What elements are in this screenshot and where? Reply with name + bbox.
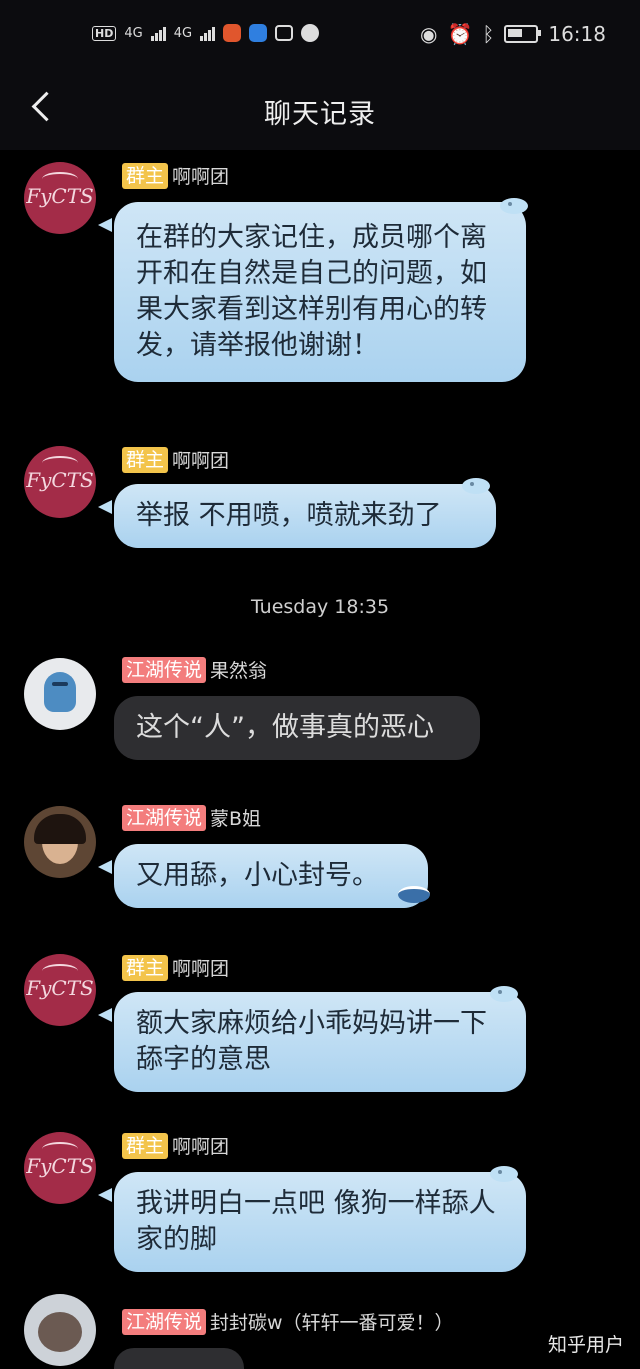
sender-name: 啊啊团 bbox=[172, 958, 230, 980]
sender-name: 封封碳w（轩轩一番可爱！） bbox=[210, 1312, 454, 1334]
sender-name: 蒙B姐 bbox=[210, 808, 262, 830]
fish-tail-icon bbox=[98, 218, 116, 232]
role-badge: 群主 bbox=[122, 446, 169, 473]
fish-decoration-icon bbox=[500, 196, 534, 216]
hd-icon: HD bbox=[92, 25, 117, 41]
avatar[interactable]: FyCTS bbox=[24, 1132, 96, 1204]
status-bar-left: HD 4G 4G bbox=[92, 24, 320, 42]
message-meta: 群主 啊啊团 bbox=[122, 954, 229, 981]
role-badge: 江湖传说 bbox=[122, 804, 207, 831]
sender-name: 果然翁 bbox=[210, 660, 268, 682]
role-badge: 群主 bbox=[122, 954, 169, 981]
message-bubble[interactable]: 举报 不用喷，喷就来劲了 bbox=[114, 484, 496, 548]
shield-icon bbox=[249, 24, 268, 42]
page-title: 聊天记录 bbox=[264, 99, 376, 130]
message-bubble[interactable]: 我讲明白一点吧 像狗一样舔人家的脚 bbox=[114, 1172, 526, 1272]
message-meta: 江湖传说 封封碳w（轩轩一番可爱！） bbox=[122, 1308, 454, 1335]
avatar[interactable]: FyCTS bbox=[24, 162, 96, 234]
fish-decoration-icon bbox=[490, 984, 524, 1004]
fish-tail-icon bbox=[98, 860, 116, 874]
signal-icon bbox=[150, 25, 166, 41]
title-bar: 聊天记录 bbox=[0, 72, 640, 150]
message-bubble[interactable] bbox=[114, 1348, 244, 1369]
message-bubble[interactable]: 这个“人”，做事真的恶心 bbox=[114, 696, 480, 760]
avatar[interactable] bbox=[24, 806, 96, 878]
signal-label-1: 4G bbox=[124, 25, 143, 41]
fish-tail-icon bbox=[98, 1008, 116, 1022]
message-bubble[interactable]: 又用舔，小心封号。 bbox=[114, 844, 428, 908]
sender-name: 啊啊团 bbox=[172, 450, 230, 472]
watermark: 知乎用户 bbox=[547, 1334, 624, 1356]
message-meta: 群主 啊啊团 bbox=[122, 446, 229, 473]
chat-message: 江湖传说 封封碳w（轩轩一番可爱！） bbox=[0, 1290, 640, 1369]
fish-tail-icon bbox=[98, 500, 116, 514]
battery-icon bbox=[504, 25, 542, 43]
status-bar-right: ◉ ⏰ ᛒ 16:18 bbox=[420, 22, 606, 46]
app-icon bbox=[223, 24, 242, 42]
bluetooth-icon: ᛒ bbox=[482, 22, 495, 46]
alarm-icon: ⏰ bbox=[447, 22, 473, 46]
signal-icon bbox=[200, 25, 216, 41]
role-badge: 江湖传说 bbox=[122, 1308, 207, 1335]
fish-decoration-icon bbox=[462, 476, 496, 496]
signal-label-2: 4G bbox=[173, 25, 193, 41]
wechat-icon bbox=[301, 24, 320, 42]
role-badge: 群主 bbox=[122, 162, 169, 189]
bilibili-icon bbox=[275, 25, 294, 41]
role-badge: 江湖传说 bbox=[122, 656, 207, 683]
message-bubble[interactable]: 在群的大家记住，成员哪个离开和在自然是自己的问题，如果大家看到这样别有用心的转发… bbox=[114, 202, 526, 382]
message-meta: 江湖传说 蒙B姐 bbox=[122, 804, 261, 831]
message-bubble[interactable]: 额大家麻烦给小乖妈妈讲一下舔字的意思 bbox=[114, 992, 526, 1092]
status-bar: HD 4G 4G ◉ ⏰ ᛒ 16:18 bbox=[0, 0, 640, 72]
avatar[interactable]: FyCTS bbox=[24, 446, 96, 518]
message-meta: 群主 啊啊团 bbox=[122, 162, 229, 189]
eye-icon: ◉ bbox=[420, 22, 438, 46]
sender-name: 啊啊团 bbox=[172, 1136, 230, 1158]
wave-decoration-icon bbox=[398, 882, 432, 904]
fish-decoration-icon bbox=[490, 1164, 524, 1184]
message-meta: 江湖传说 果然翁 bbox=[122, 656, 267, 683]
sender-name: 啊啊团 bbox=[172, 166, 230, 188]
avatar[interactable] bbox=[24, 658, 96, 730]
timestamp: Tuesday 18:35 bbox=[250, 596, 390, 618]
clock: 16:18 bbox=[548, 22, 606, 46]
avatar[interactable] bbox=[24, 1294, 96, 1366]
role-badge: 群主 bbox=[122, 1132, 169, 1159]
fish-tail-icon bbox=[98, 1188, 116, 1202]
message-meta: 群主 啊啊团 bbox=[122, 1132, 229, 1159]
avatar[interactable]: FyCTS bbox=[24, 954, 96, 1026]
